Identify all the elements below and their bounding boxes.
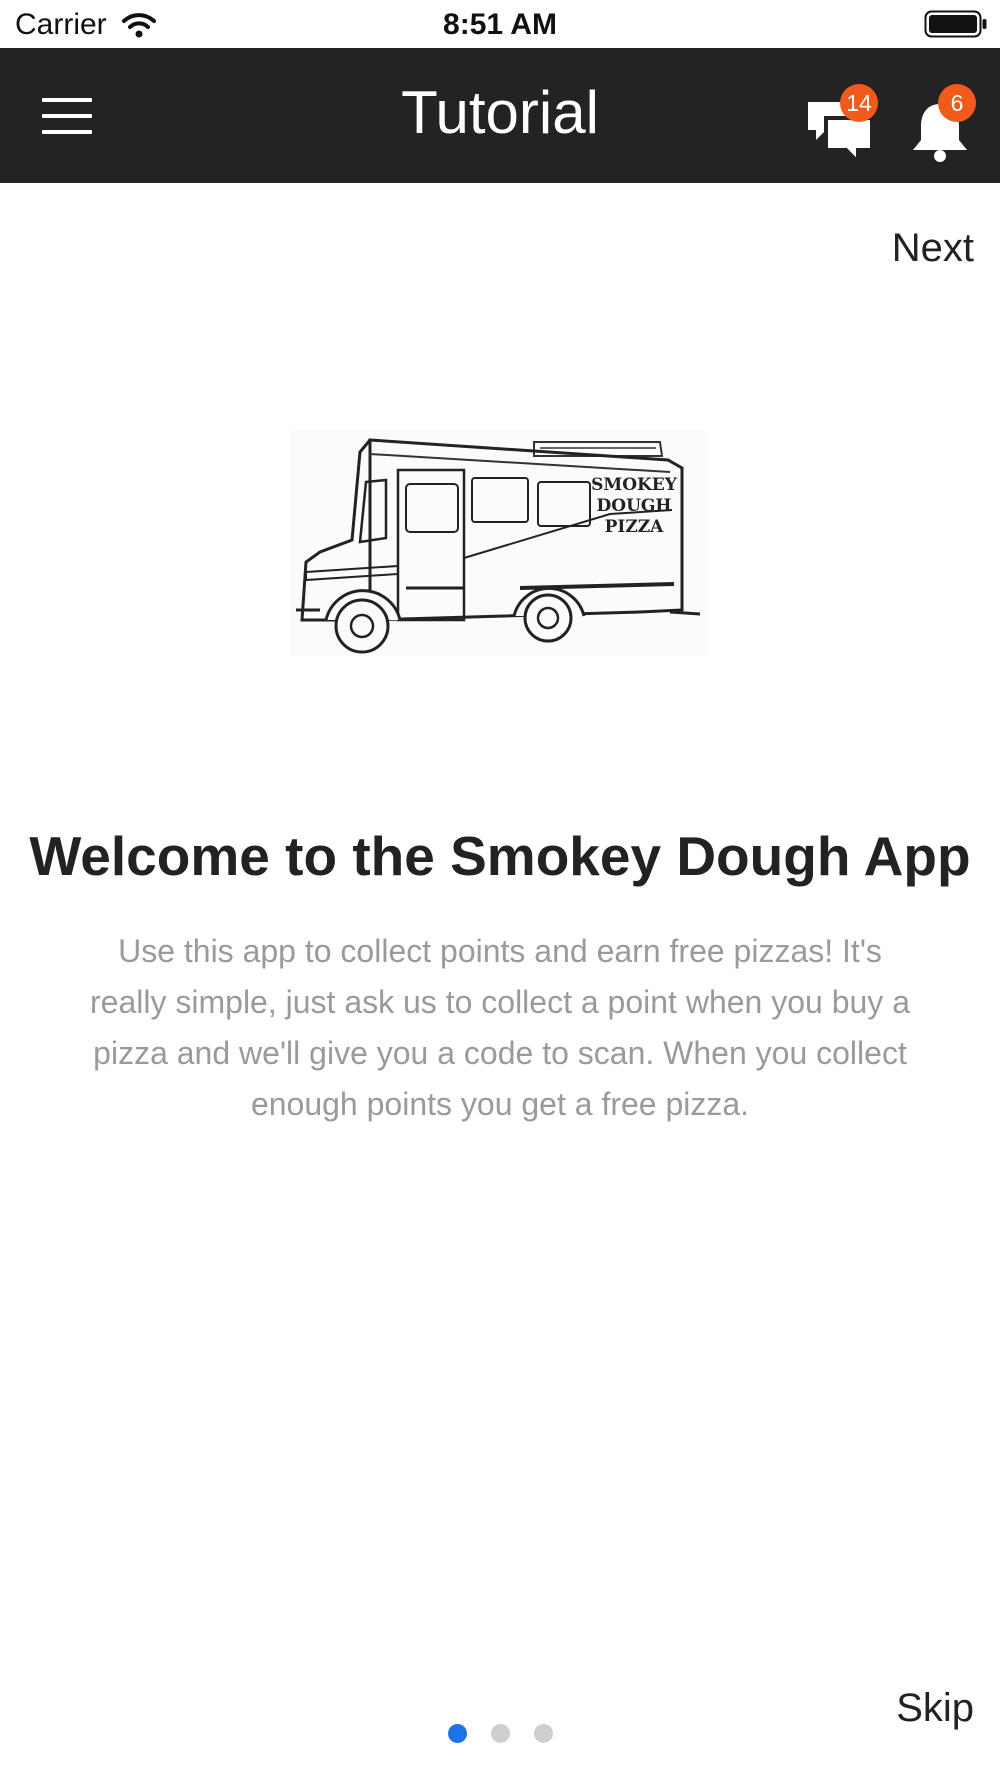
page-indicator [0, 1724, 1000, 1743]
page-dot-2[interactable] [490, 1724, 510, 1743]
welcome-description: Use this app to collect points and earn … [90, 933, 910, 1122]
status-time: 8:51 AM [443, 8, 557, 41]
messages-badge: 14 [840, 84, 878, 122]
welcome-title: Welcome to the Smokey Dough App [29, 825, 971, 887]
notifications-button[interactable]: 6 [908, 84, 988, 164]
truck-text-line: PIZZA [605, 517, 665, 537]
truck-text-line: SMOKEY [591, 475, 678, 495]
nav-bar: Tutorial 14 6 [0, 48, 1000, 183]
status-bar: Carrier 8:51 AM [0, 0, 1000, 48]
truck-text-line: DOUGH [597, 496, 672, 516]
next-button[interactable]: Next [892, 226, 974, 271]
battery-icon [924, 10, 988, 43]
messages-button[interactable]: 14 [802, 84, 892, 166]
notifications-badge: 6 [938, 84, 976, 122]
page-dot-1[interactable] [447, 1724, 467, 1743]
page-dot-3[interactable] [533, 1724, 553, 1743]
food-truck-image: SMOKEY DOUGH PIZZA [290, 430, 708, 656]
